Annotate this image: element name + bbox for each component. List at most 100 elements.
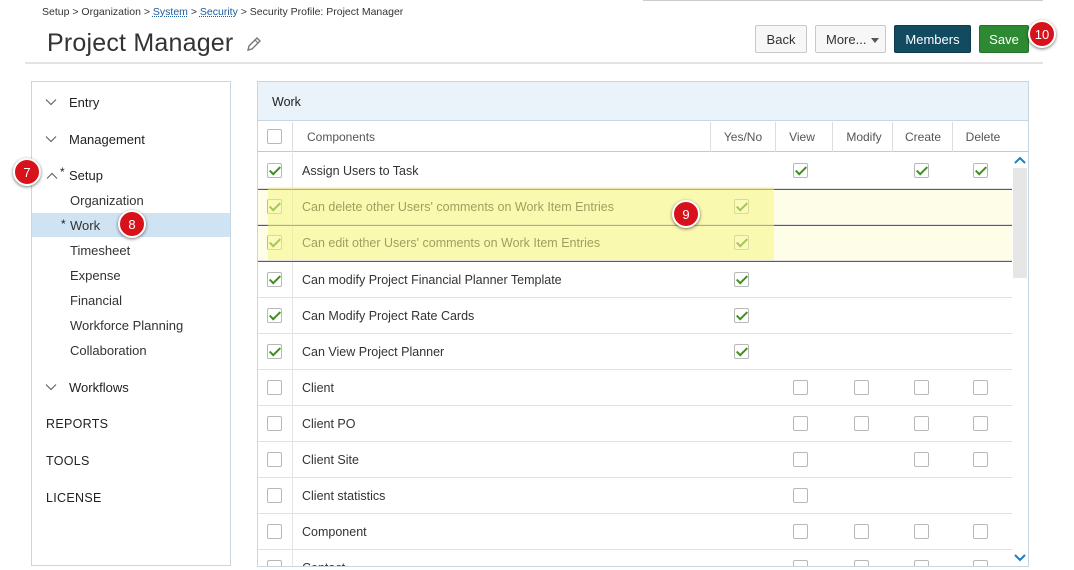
- row-select-checkbox[interactable]: [267, 416, 282, 431]
- breadcrumb-link-security[interactable]: Security: [200, 6, 238, 18]
- chevron-down-icon: [45, 99, 57, 106]
- table-row: Client Site: [258, 442, 1012, 478]
- component-name: Contact: [302, 550, 345, 566]
- nav-item-label: Work: [70, 217, 101, 233]
- modify-checkbox[interactable]: [854, 524, 869, 539]
- delete-checkbox[interactable]: [973, 416, 988, 431]
- nav-item-expense[interactable]: Expense: [32, 263, 230, 287]
- row-select-checkbox[interactable]: [267, 524, 282, 539]
- breadcrumb-text: Setup > Organization >: [42, 6, 153, 18]
- caret-down-icon: [871, 38, 879, 43]
- nav-license[interactable]: LICENSE: [46, 491, 102, 505]
- component-name: Client PO: [302, 417, 356, 431]
- component-name: Client statistics: [302, 489, 386, 503]
- nav-group-management[interactable]: Management: [32, 128, 230, 150]
- permissions-panel: Work Components Yes/No View Modify Creat…: [257, 81, 1029, 567]
- top-divider: [643, 0, 1043, 1]
- column-header-view: View: [789, 130, 815, 144]
- component-name: Client Site: [302, 453, 359, 467]
- members-button[interactable]: Members: [894, 25, 971, 53]
- breadcrumb-current: > Security Profile: Project Manager: [237, 6, 404, 18]
- row-select-checkbox[interactable]: [267, 272, 282, 287]
- save-button[interactable]: Save: [979, 25, 1029, 53]
- modify-checkbox[interactable]: [854, 560, 869, 566]
- column-header-yesno: Yes/No: [723, 130, 763, 144]
- table-row: Component: [258, 514, 1012, 550]
- delete-checkbox[interactable]: [973, 560, 988, 566]
- row-select-checkbox[interactable]: [267, 380, 282, 395]
- nav-reports[interactable]: REPORTS: [46, 417, 108, 431]
- view-checkbox[interactable]: [793, 488, 808, 503]
- row-select-checkbox[interactable]: [267, 308, 282, 323]
- scroll-down-arrow-icon[interactable]: [1013, 550, 1027, 564]
- create-checkbox[interactable]: [914, 380, 929, 395]
- nav-item-timesheet[interactable]: Timesheet: [32, 238, 230, 262]
- create-checkbox[interactable]: [914, 163, 929, 178]
- yesno-checkbox[interactable]: [734, 199, 749, 214]
- view-checkbox[interactable]: [793, 560, 808, 566]
- step-marker-7: 7: [13, 158, 41, 186]
- scrollbar-thumb[interactable]: [1013, 168, 1027, 278]
- row-select-checkbox[interactable]: [267, 344, 282, 359]
- nav-item-label: Financial: [70, 292, 123, 308]
- table-row: Can modify Project Financial Planner Tem…: [258, 262, 1012, 298]
- row-select-checkbox[interactable]: [267, 560, 282, 566]
- row-select-checkbox[interactable]: [267, 163, 282, 178]
- view-checkbox[interactable]: [793, 163, 808, 178]
- column-header-modify: Modify: [846, 130, 882, 144]
- table-row: Client statistics: [258, 478, 1012, 514]
- create-checkbox[interactable]: [914, 560, 929, 566]
- row-select-checkbox[interactable]: [267, 199, 282, 214]
- more-dropdown-button[interactable]: More...: [815, 25, 886, 53]
- modify-checkbox[interactable]: [854, 380, 869, 395]
- view-checkbox[interactable]: [793, 416, 808, 431]
- nav-item-label: Expense: [70, 267, 121, 283]
- delete-checkbox[interactable]: [973, 380, 988, 395]
- yesno-checkbox[interactable]: [734, 308, 749, 323]
- view-checkbox[interactable]: [793, 452, 808, 467]
- nav-item-collaboration[interactable]: Collaboration: [32, 338, 230, 362]
- yesno-checkbox[interactable]: [734, 235, 749, 250]
- create-checkbox[interactable]: [914, 452, 929, 467]
- nav-item-financial[interactable]: Financial: [32, 288, 230, 312]
- column-header-create: Create: [904, 130, 942, 144]
- modified-star: *: [61, 217, 66, 231]
- row-select-checkbox[interactable]: [267, 488, 282, 503]
- nav-group-entry[interactable]: Entry: [32, 91, 230, 113]
- view-checkbox[interactable]: [793, 524, 808, 539]
- row-select-checkbox[interactable]: [267, 235, 282, 250]
- yesno-checkbox[interactable]: [734, 272, 749, 287]
- nav-item-workforce-planning[interactable]: Workforce Planning: [32, 313, 230, 337]
- nav-group-label: Management: [69, 131, 145, 147]
- table-row: Can Modify Project Rate Cards: [258, 298, 1012, 334]
- yesno-checkbox[interactable]: [734, 344, 749, 359]
- nav-group-workflows[interactable]: Workflows: [32, 376, 230, 398]
- sidebar-nav: Entry Management * Setup Organization * …: [31, 81, 231, 566]
- chevron-down-icon: [45, 384, 57, 391]
- delete-checkbox[interactable]: [973, 163, 988, 178]
- nav-item-label: Workforce Planning: [70, 317, 184, 333]
- nav-tools[interactable]: TOOLS: [46, 454, 90, 468]
- nav-item-label: Collaboration: [70, 342, 147, 358]
- create-checkbox[interactable]: [914, 416, 929, 431]
- modify-checkbox[interactable]: [854, 416, 869, 431]
- delete-checkbox[interactable]: [973, 524, 988, 539]
- view-checkbox[interactable]: [793, 380, 808, 395]
- highlight-border-top: [258, 189, 1012, 190]
- nav-group-setup[interactable]: * Setup: [32, 164, 230, 186]
- select-all-checkbox[interactable]: [267, 129, 282, 144]
- modified-star: *: [60, 165, 65, 179]
- column-header-delete: Delete: [965, 130, 1001, 144]
- more-label: More...: [826, 31, 867, 47]
- delete-checkbox[interactable]: [973, 452, 988, 467]
- row-select-checkbox[interactable]: [267, 452, 282, 467]
- back-button[interactable]: Back: [755, 25, 807, 53]
- nav-item-organization[interactable]: Organization: [32, 188, 230, 212]
- step-marker-8: 8: [118, 210, 146, 238]
- table-header: Components Yes/No View Modify Create Del…: [258, 122, 1028, 152]
- column-header-components[interactable]: Components: [307, 122, 507, 152]
- pencil-edit-icon[interactable]: [244, 34, 264, 54]
- scroll-up-arrow-icon[interactable]: [1013, 154, 1027, 168]
- breadcrumb-link-system[interactable]: System: [153, 6, 188, 18]
- create-checkbox[interactable]: [914, 524, 929, 539]
